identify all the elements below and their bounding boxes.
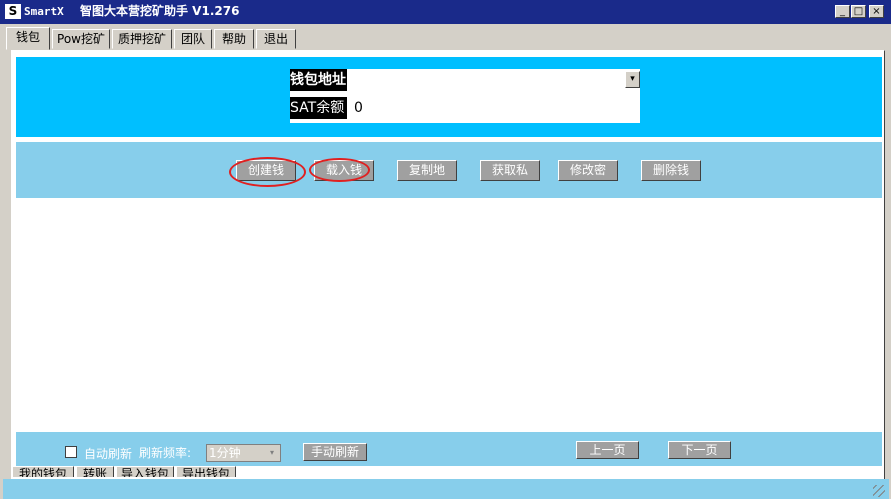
get-private-key-button[interactable]: 获取私 bbox=[480, 160, 540, 181]
refresh-interval-select[interactable]: 1分钟 ▾ bbox=[206, 444, 281, 462]
tab-export-wallet[interactable]: 导出钱包 bbox=[176, 466, 236, 477]
highlight-ring-create bbox=[229, 157, 306, 187]
auto-refresh-label: 自动刷新 bbox=[84, 447, 133, 461]
manual-refresh-button[interactable]: 手动刷新 bbox=[303, 443, 367, 461]
address-label: 钱包地址 bbox=[290, 69, 347, 91]
address-dropdown-icon[interactable]: ▾ bbox=[625, 71, 640, 88]
tab-staking-mining[interactable]: 质押挖矿 bbox=[112, 29, 172, 49]
close-button[interactable]: × bbox=[869, 5, 884, 18]
wallet-list-area bbox=[16, 204, 882, 432]
highlight-ring-load bbox=[309, 158, 370, 182]
title-bar: S SmartX 智图大本营挖矿助手 V1.276 _ □ × bbox=[0, 0, 891, 24]
delete-wallet-button[interactable]: 删除钱 bbox=[641, 160, 701, 181]
tab-import-wallet[interactable]: 导入钱包 bbox=[116, 466, 174, 477]
refresh-interval-value: 1分钟 bbox=[209, 446, 241, 460]
app-logo-icon: S bbox=[5, 4, 21, 19]
tab-pow-mining[interactable]: Pow挖矿 bbox=[52, 29, 110, 49]
chevron-down-icon[interactable]: ▾ bbox=[265, 446, 279, 460]
tab-exit[interactable]: 退出 bbox=[256, 29, 296, 49]
bottom-tab-bar: 我的钱包 转账 导入钱包 导出钱包 bbox=[0, 466, 891, 477]
tab-team[interactable]: 团队 bbox=[174, 29, 212, 49]
next-page-button[interactable]: 下一页 bbox=[668, 441, 731, 459]
refresh-interval-label: 刷新频率: bbox=[139, 446, 192, 460]
balance-value: 0 bbox=[354, 100, 363, 116]
resize-grip-icon[interactable] bbox=[873, 485, 885, 497]
status-bar bbox=[3, 479, 889, 499]
change-password-button[interactable]: 修改密 bbox=[558, 160, 618, 181]
copy-address-button[interactable]: 复制地 bbox=[397, 160, 457, 181]
maximize-button[interactable]: □ bbox=[851, 5, 866, 18]
balance-label: SAT余额 bbox=[290, 97, 347, 119]
tab-transfer[interactable]: 转账 bbox=[76, 466, 114, 477]
prev-page-button[interactable]: 上一页 bbox=[576, 441, 639, 459]
tab-help[interactable]: 帮助 bbox=[214, 29, 254, 49]
tab-my-wallet[interactable]: 我的钱包 bbox=[12, 466, 74, 477]
window-title: 智图大本营挖矿助手 V1.276 bbox=[80, 4, 240, 18]
minimize-button[interactable]: _ bbox=[835, 5, 850, 18]
auto-refresh-checkbox[interactable] bbox=[65, 446, 77, 458]
app-brand: SmartX bbox=[24, 5, 64, 18]
tab-wallet[interactable]: 钱包 bbox=[6, 27, 50, 50]
